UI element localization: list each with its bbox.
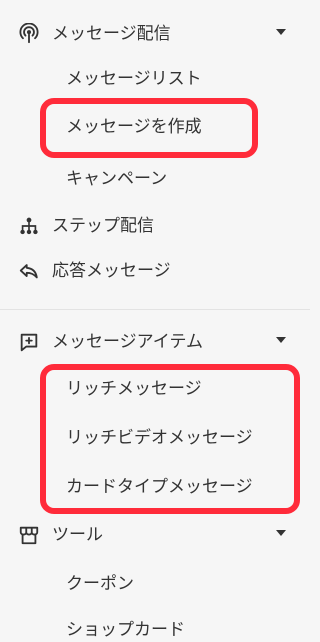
broadcast-icon [18,23,40,45]
sidebar-section-step-delivery[interactable]: ステップ配信 [0,206,310,246]
hierarchy-icon [18,215,40,237]
sidebar-divider [0,309,310,310]
sidebar-section-label: メッセージアイテム [52,332,203,352]
sidebar-item-campaign[interactable]: キャンペーン [0,159,310,199]
sidebar-item-label: リッチメッセージ [66,379,202,399]
sidebar-nav: メッセージ配信 メッセージリスト メッセージを作成 キャンペーン ステップ配信 [0,0,310,642]
sidebar-item-shop-card[interactable]: ショップカード [0,610,310,642]
sidebar-section-label: ステップ配信 [52,216,154,236]
store-icon [18,524,40,546]
sidebar-section-auto-reply[interactable]: 応答メッセージ [0,251,310,291]
sidebar-item-create-message[interactable]: メッセージを作成 [0,107,310,147]
sidebar-item-label: カードタイプメッセージ [66,477,253,497]
sidebar-section-tools[interactable]: ツール [0,515,310,555]
sidebar-item-label: キャンペーン [66,169,168,189]
sidebar-item-label: メッセージを作成 [66,117,202,137]
sidebar-item-message-list[interactable]: メッセージリスト [0,59,310,99]
sidebar-item-rich-video-message[interactable]: リッチビデオメッセージ [0,418,310,458]
sidebar-section-message-delivery[interactable]: メッセージ配信 [0,14,310,54]
sidebar-item-label: ショップカード [66,620,185,640]
sidebar-item-card-type-message[interactable]: カードタイプメッセージ [0,467,310,507]
chevron-down-icon[interactable] [276,29,286,35]
sidebar-item-label: クーポン [66,574,134,594]
add-box-icon [18,331,40,353]
sidebar-section-label: 応答メッセージ [52,261,171,281]
sidebar-section-label: ツール [52,525,103,545]
chevron-down-icon[interactable] [276,337,286,343]
chevron-down-icon[interactable] [276,530,286,536]
reply-icon [18,260,40,282]
sidebar-section-label: メッセージ配信 [52,24,171,44]
sidebar-section-message-items[interactable]: メッセージアイテム [0,322,310,362]
sidebar-item-rich-message[interactable]: リッチメッセージ [0,369,310,409]
sidebar-item-label: メッセージリスト [66,69,202,89]
sidebar-item-coupon[interactable]: クーポン [0,564,310,604]
sidebar-item-label: リッチビデオメッセージ [66,428,253,448]
